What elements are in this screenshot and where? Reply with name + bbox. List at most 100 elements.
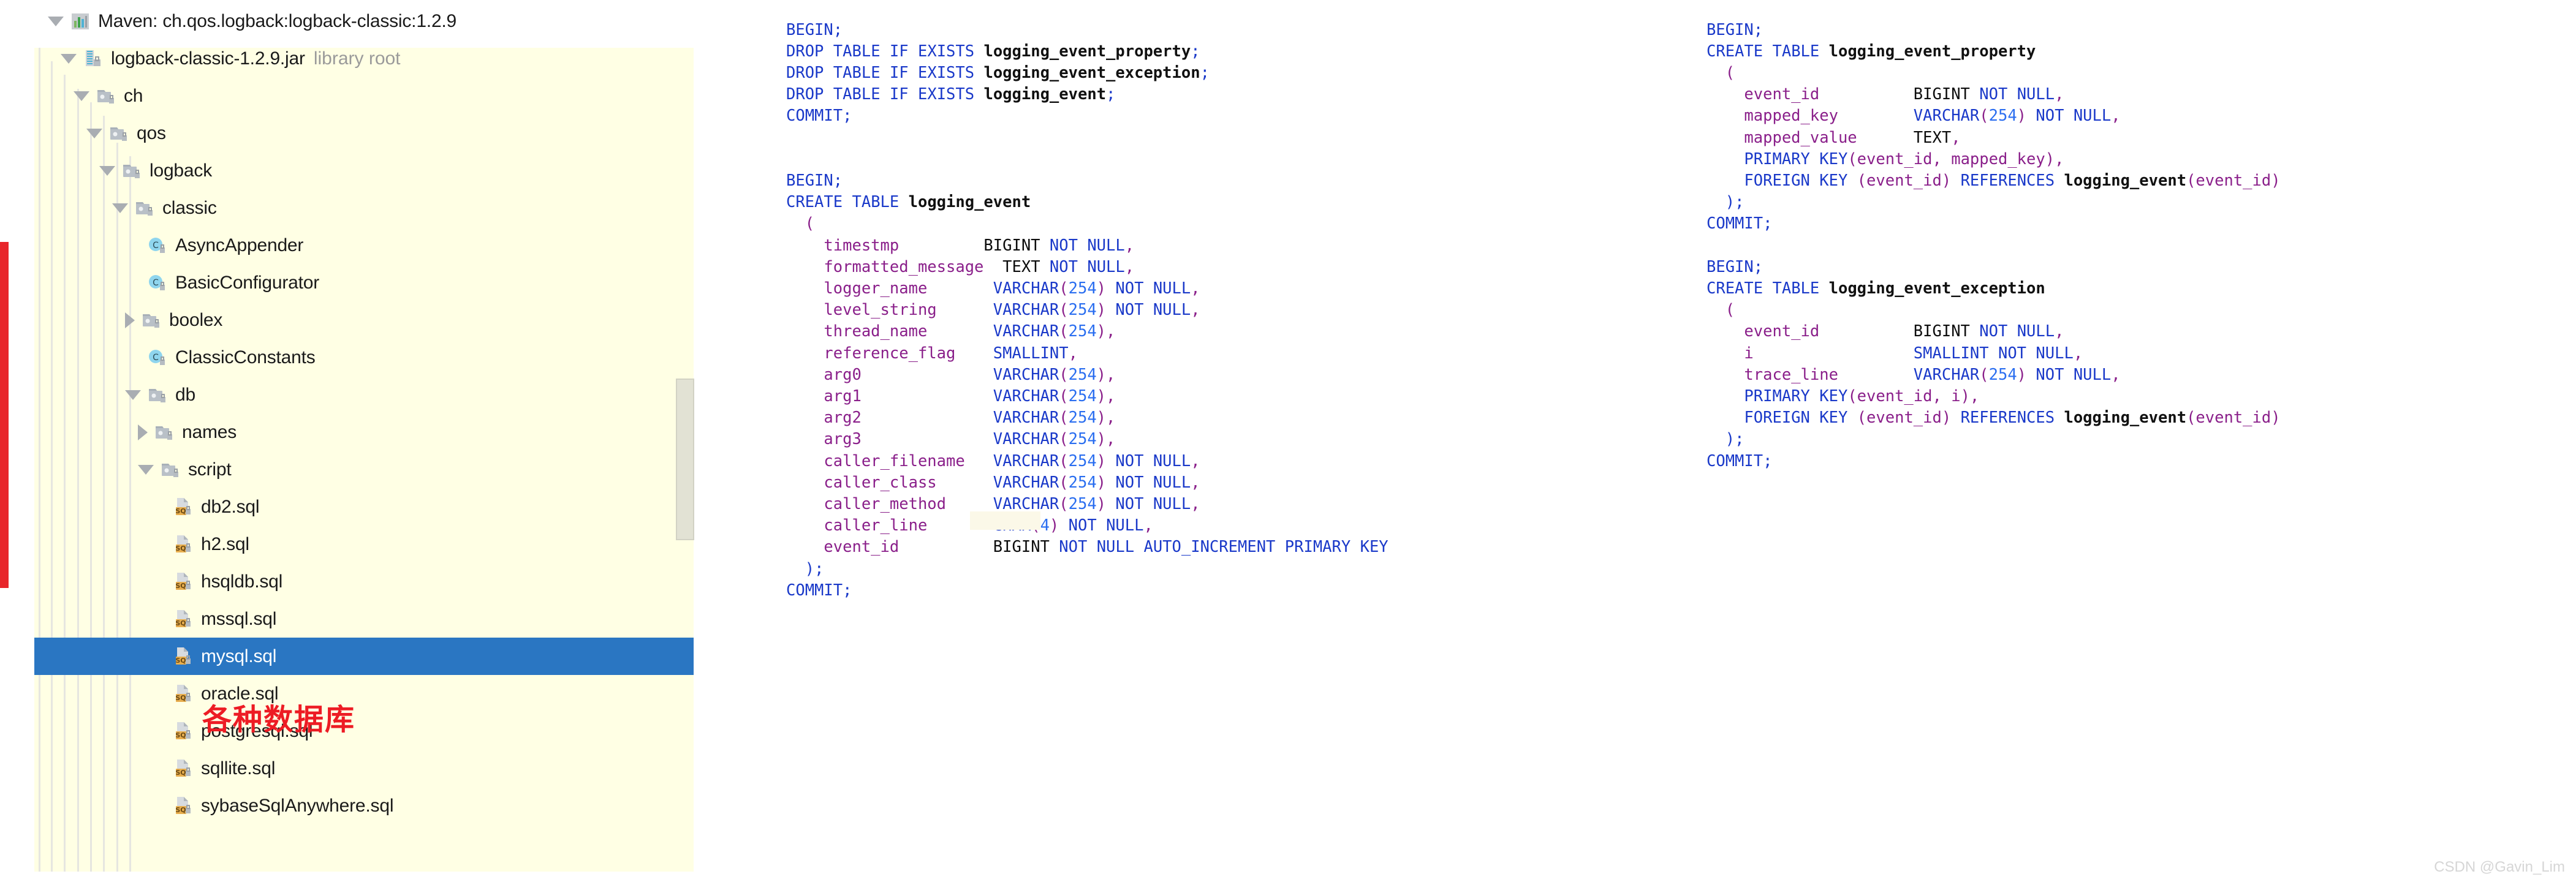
no-chevron-spacer bbox=[151, 544, 167, 545]
no-chevron-spacer bbox=[125, 357, 141, 358]
chevron-down-icon[interactable] bbox=[86, 128, 102, 138]
sql-file-icon: SQ bbox=[173, 758, 194, 779]
package-icon bbox=[160, 459, 181, 480]
tree-row[interactable]: SQ mysql.sql bbox=[34, 638, 694, 675]
no-chevron-spacer bbox=[151, 581, 167, 582]
tree-row[interactable]: C BasicConfigurator bbox=[34, 264, 694, 301]
tree-row[interactable]: SQ sqllite.sql bbox=[34, 750, 694, 787]
svg-text:SQ: SQ bbox=[175, 507, 186, 515]
chevron-down-icon[interactable] bbox=[112, 203, 128, 213]
chevron-down-icon[interactable] bbox=[138, 464, 154, 475]
tree-row[interactable]: SQ db2.sql bbox=[34, 488, 694, 526]
sql-file-icon: SQ bbox=[173, 796, 194, 816]
chevron-down-icon[interactable] bbox=[125, 390, 141, 400]
svg-text:SQ: SQ bbox=[175, 769, 186, 777]
sql-file-icon: SQ bbox=[173, 497, 194, 518]
tree-row-label: BasicConfigurator bbox=[175, 272, 320, 293]
package-icon bbox=[96, 86, 116, 107]
svg-text:C: C bbox=[153, 241, 159, 251]
tree-row-label: h2.sql bbox=[201, 533, 249, 554]
tree-row-label: logback-classic-1.2.9.jar bbox=[111, 48, 305, 69]
project-tree-panel[interactable]: Maven: ch.qos.logback:logback-classic:1.… bbox=[0, 0, 705, 882]
tree-row[interactable]: SQ oracle.sql bbox=[34, 675, 694, 712]
package-icon bbox=[154, 422, 175, 443]
tree-row-label: ch bbox=[124, 85, 143, 106]
sql-file-icon: SQ bbox=[173, 534, 194, 555]
tree-row-label: qos bbox=[137, 123, 166, 143]
tree-row[interactable]: SQ sybaseSqlAnywhere.sql bbox=[34, 787, 694, 824]
jar-icon bbox=[83, 48, 104, 69]
tree-row-label: script bbox=[188, 459, 232, 480]
chevron-down-icon[interactable] bbox=[48, 16, 64, 26]
right-sql-column[interactable]: BEGIN; CREATE TABLE logging_event_proper… bbox=[1707, 20, 2281, 472]
chevron-down-icon[interactable] bbox=[99, 165, 115, 176]
no-chevron-spacer bbox=[151, 656, 167, 657]
tree-row[interactable]: db bbox=[34, 376, 694, 413]
tree-row[interactable]: logback bbox=[34, 152, 694, 189]
class-icon: C bbox=[147, 273, 168, 293]
tree-row[interactable]: SQ postgresql.sql bbox=[34, 712, 694, 750]
sql-file-icon: SQ bbox=[173, 684, 194, 704]
tree-row[interactable]: names bbox=[34, 413, 694, 451]
tree-row-label: classic bbox=[162, 197, 217, 218]
sql-file-icon: SQ bbox=[173, 646, 194, 667]
tree-row-label: AsyncAppender bbox=[175, 235, 304, 255]
svg-text:C: C bbox=[153, 278, 159, 288]
sql-file-icon: SQ bbox=[173, 609, 194, 630]
sql-file-icon: SQ bbox=[173, 721, 194, 742]
tree-row[interactable]: SQ hsqldb.sql bbox=[34, 563, 694, 600]
tree-row[interactable]: ch bbox=[34, 77, 694, 115]
tree-row-label: mysql.sql bbox=[201, 646, 277, 666]
tree-row[interactable]: boolex bbox=[34, 301, 694, 339]
vertical-scrollbar[interactable] bbox=[676, 379, 694, 540]
tree-row[interactable]: logback-classic-1.2.9.jar library root bbox=[34, 40, 694, 77]
chevron-down-icon[interactable] bbox=[61, 53, 77, 64]
svg-text:SQ: SQ bbox=[175, 657, 186, 665]
tree-row-label: db bbox=[175, 384, 195, 405]
svg-text:C: C bbox=[153, 353, 159, 363]
svg-text:SQ: SQ bbox=[175, 806, 186, 814]
tree-row[interactable]: C AsyncAppender bbox=[34, 227, 694, 264]
no-chevron-spacer bbox=[151, 693, 167, 694]
tree-row-label: mssql.sql bbox=[201, 608, 277, 629]
red-annotation-bracket bbox=[0, 242, 9, 588]
tree-row[interactable]: classic bbox=[34, 189, 694, 227]
no-chevron-spacer bbox=[151, 768, 167, 769]
svg-text:SQ: SQ bbox=[175, 694, 186, 702]
watermark: CSDN @Gavin_Lim bbox=[2434, 859, 2565, 875]
tree-row[interactable]: qos bbox=[34, 115, 694, 152]
svg-text:SQ: SQ bbox=[175, 731, 186, 739]
tree-row[interactable]: C ClassicConstants bbox=[34, 339, 694, 376]
chevron-right-icon[interactable] bbox=[125, 312, 135, 328]
class-icon: C bbox=[147, 347, 168, 368]
chevron-right-icon[interactable] bbox=[138, 424, 148, 440]
tree-row-label: ClassicConstants bbox=[175, 347, 316, 368]
tree-row-label: sybaseSqlAnywhere.sql bbox=[201, 795, 394, 816]
tree-row[interactable]: SQ mssql.sql bbox=[34, 600, 694, 638]
left-sql-column[interactable]: BEGIN; DROP TABLE IF EXISTS logging_even… bbox=[786, 20, 1388, 601]
class-icon: C bbox=[147, 235, 168, 256]
tree-row[interactable]: script bbox=[34, 451, 694, 488]
package-icon bbox=[134, 198, 155, 219]
maven-icon bbox=[70, 11, 91, 32]
no-chevron-spacer bbox=[151, 805, 167, 806]
chevron-down-icon[interactable] bbox=[74, 91, 89, 101]
tree-row-label: Maven: ch.qos.logback:logback-classic:1.… bbox=[98, 10, 457, 31]
sql-file-icon: SQ bbox=[173, 571, 194, 592]
no-chevron-spacer bbox=[125, 282, 141, 283]
svg-text:SQ: SQ bbox=[175, 582, 186, 590]
package-icon bbox=[108, 123, 129, 144]
tree-row[interactable]: SQ h2.sql bbox=[34, 526, 694, 563]
tree-row[interactable]: Maven: ch.qos.logback:logback-classic:1.… bbox=[34, 2, 694, 40]
tree-row-label: logback bbox=[150, 160, 213, 181]
tree-row-label: sqllite.sql bbox=[201, 758, 276, 778]
